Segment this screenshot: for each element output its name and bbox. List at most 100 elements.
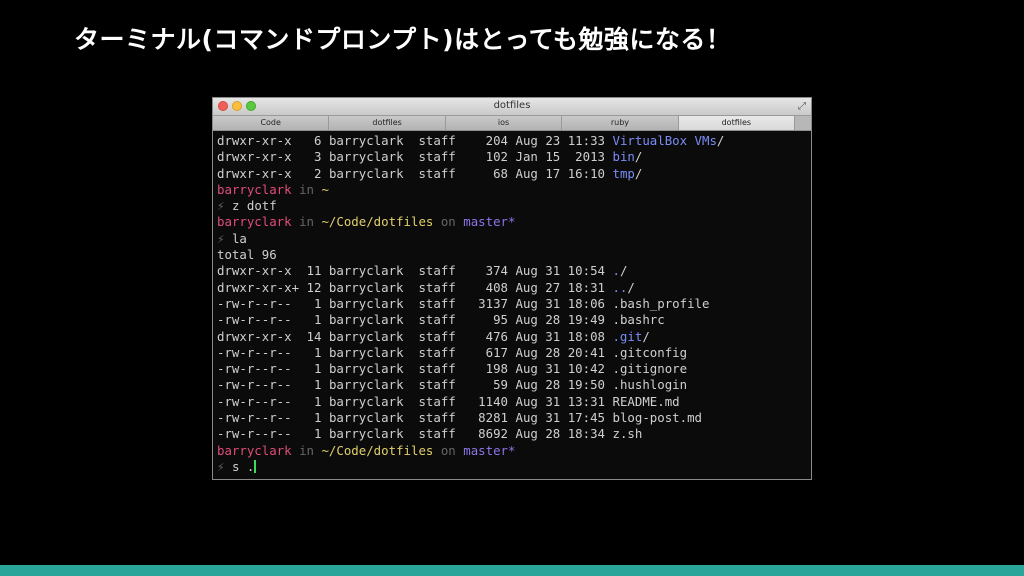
entry-size: 59 [493, 377, 509, 393]
terminal-line: -rw-r--r-- 1 barryclark staff 59 Aug 28 … [217, 377, 807, 393]
terminal-line: drwxr-xr-x+ 12 barryclark staff 408 Aug … [217, 279, 635, 295]
entry-group: staff [418, 312, 456, 328]
prompt-branch: master* [463, 442, 516, 458]
entry-group: staff [418, 361, 456, 377]
entry-name[interactable]: .gitignore [612, 361, 687, 376]
entry-name[interactable]: VirtualBox VMs [612, 133, 716, 148]
terminal-line: ⚡ z dotf [217, 198, 807, 214]
entry-name[interactable]: blog-post.md [612, 410, 702, 425]
entry-perms: -rw-r--r-- [217, 361, 292, 377]
terminal-line: -rw-r--r-- 1 barryclark staff 3137 Aug 3… [217, 296, 807, 312]
entry-links: 2 [314, 165, 322, 181]
entry-group: staff [418, 393, 456, 409]
entry-name[interactable]: .. [612, 280, 627, 295]
entry-links: 3 [314, 149, 322, 165]
entry-perms: -rw-r--r-- [217, 393, 292, 409]
tab-dotfiles-active[interactable]: dotfiles [678, 116, 796, 130]
command-text[interactable]: la [232, 231, 247, 246]
lightning-prompt-icon: ⚡ [217, 230, 225, 246]
prompt-path: ~ [321, 181, 329, 197]
terminal-line: -rw-r--r-- 1 barryclark staff 617 Aug 28… [217, 345, 807, 361]
tab-code[interactable]: Code [213, 116, 330, 130]
entry-size: 1140 [478, 393, 509, 409]
prompt-branch: master* [463, 214, 516, 230]
entry-group: staff [418, 165, 456, 181]
entry-links: 6 [314, 133, 322, 148]
entry-date: Aug 28 19:49 [515, 312, 606, 328]
entry-owner: barryclark [328, 328, 404, 344]
entry-size: 68 [493, 165, 509, 181]
entry-group: staff [418, 149, 456, 165]
entry-group: staff [418, 377, 456, 393]
terminal-line: -rw-r--r-- 1 barryclark staff 95 Aug 28 … [217, 312, 807, 328]
entry-name[interactable]: .bash_profile [612, 296, 709, 311]
tab-bar-end [795, 116, 811, 130]
entry-perms: -rw-r--r-- [217, 295, 292, 311]
entry-date: Aug 31 10:54 [515, 263, 605, 279]
text-cursor [254, 459, 257, 473]
terminal-line: ⚡ la [217, 231, 807, 247]
entry-owner: barryclark [328, 426, 404, 442]
entry-perms: drwxr-xr-x [217, 133, 292, 148]
command-text[interactable]: s . [232, 459, 254, 474]
terminal-window: dotfiles ⤢ Code dotfiles ios ruby dotfil… [212, 97, 812, 480]
entry-links: 1 [314, 312, 322, 328]
accent-bar [0, 565, 1024, 576]
entry-date: Aug 17 16:10 [515, 165, 606, 181]
terminal-line: -rw-r--r-- 1 barryclark staff 8281 Aug 3… [217, 410, 807, 426]
entry-links: 12 [306, 279, 322, 295]
window-titlebar: dotfiles ⤢ [213, 98, 811, 116]
prompt-user: barryclark [217, 214, 292, 230]
tab-ios[interactable]: ios [445, 116, 563, 130]
entry-name[interactable]: z.sh [612, 426, 642, 441]
entry-perms: -rw-r--r-- [217, 344, 292, 360]
entry-date: Aug 31 18:06 [515, 295, 606, 311]
entry-date: Aug 23 11:33 [515, 133, 606, 148]
terminal-line: drwxr-xr-x 6 barryclark staff 204 Aug 23… [217, 133, 725, 148]
entry-name[interactable]: bin [612, 149, 634, 164]
terminal-line: drwxr-xr-x 14 barryclark staff 476 Aug 3… [217, 328, 650, 344]
terminal-line: -rw-r--r-- 1 barryclark staff 8692 Aug 2… [217, 426, 807, 442]
entry-perms: drwxr-xr-x [217, 165, 292, 181]
terminal-line: drwxr-xr-x 2 barryclark staff 68 Aug 17 … [217, 165, 643, 181]
entry-name[interactable]: tmp [612, 166, 634, 181]
entry-owner: barryclark [328, 263, 404, 279]
entry-date: Aug 28 19:50 [515, 377, 606, 393]
entry-date: Aug 28 18:34 [515, 426, 606, 442]
entry-name[interactable]: .hushlogin [612, 377, 687, 392]
entry-perms: drwxr-xr-x [217, 328, 292, 344]
entry-perms: -rw-r--r-- [217, 426, 292, 442]
entry-size: 95 [493, 312, 509, 328]
entry-size: 3137 [478, 295, 509, 311]
entry-owner: barryclark [328, 344, 404, 360]
entry-size: 204 [485, 133, 509, 148]
tab-bar: Code dotfiles ios ruby dotfiles [213, 116, 811, 131]
entry-perms: drwxr-xr-x [217, 263, 292, 279]
entry-links: 1 [314, 361, 322, 377]
entry-size: 476 [485, 328, 508, 344]
fullscreen-icon[interactable]: ⤢ [798, 101, 806, 112]
entry-name[interactable]: . [612, 263, 619, 278]
entry-owner: barryclark [328, 410, 404, 426]
tab-dotfiles[interactable]: dotfiles [329, 116, 446, 130]
entry-date: Jan 15 2013 [515, 149, 606, 165]
entry-owner: barryclark [328, 149, 404, 165]
entry-size: 408 [485, 279, 508, 295]
entry-name[interactable]: .gitconfig [612, 345, 687, 360]
terminal-output[interactable]: drwxr-xr-x 6 barryclark staff 204 Aug 23… [213, 131, 811, 475]
entry-links: 1 [314, 410, 322, 426]
output-text: total 96 [217, 247, 277, 263]
tab-ruby[interactable]: ruby [562, 116, 679, 130]
entry-size: 617 [485, 344, 509, 360]
entry-name[interactable]: README.md [612, 394, 679, 409]
entry-owner: barryclark [328, 295, 404, 311]
entry-perms: drwxr-xr-x [217, 149, 292, 165]
entry-name[interactable]: .bashrc [612, 312, 664, 327]
lightning-prompt-icon: ⚡ [217, 198, 225, 214]
command-text[interactable]: z dotf [232, 198, 277, 213]
entry-perms: -rw-r--r-- [217, 312, 292, 328]
entry-owner: barryclark [328, 133, 404, 148]
prompt-path: ~/Code/dotfiles [321, 442, 434, 458]
entry-name[interactable]: .git [612, 329, 642, 344]
entry-group: staff [418, 279, 456, 295]
